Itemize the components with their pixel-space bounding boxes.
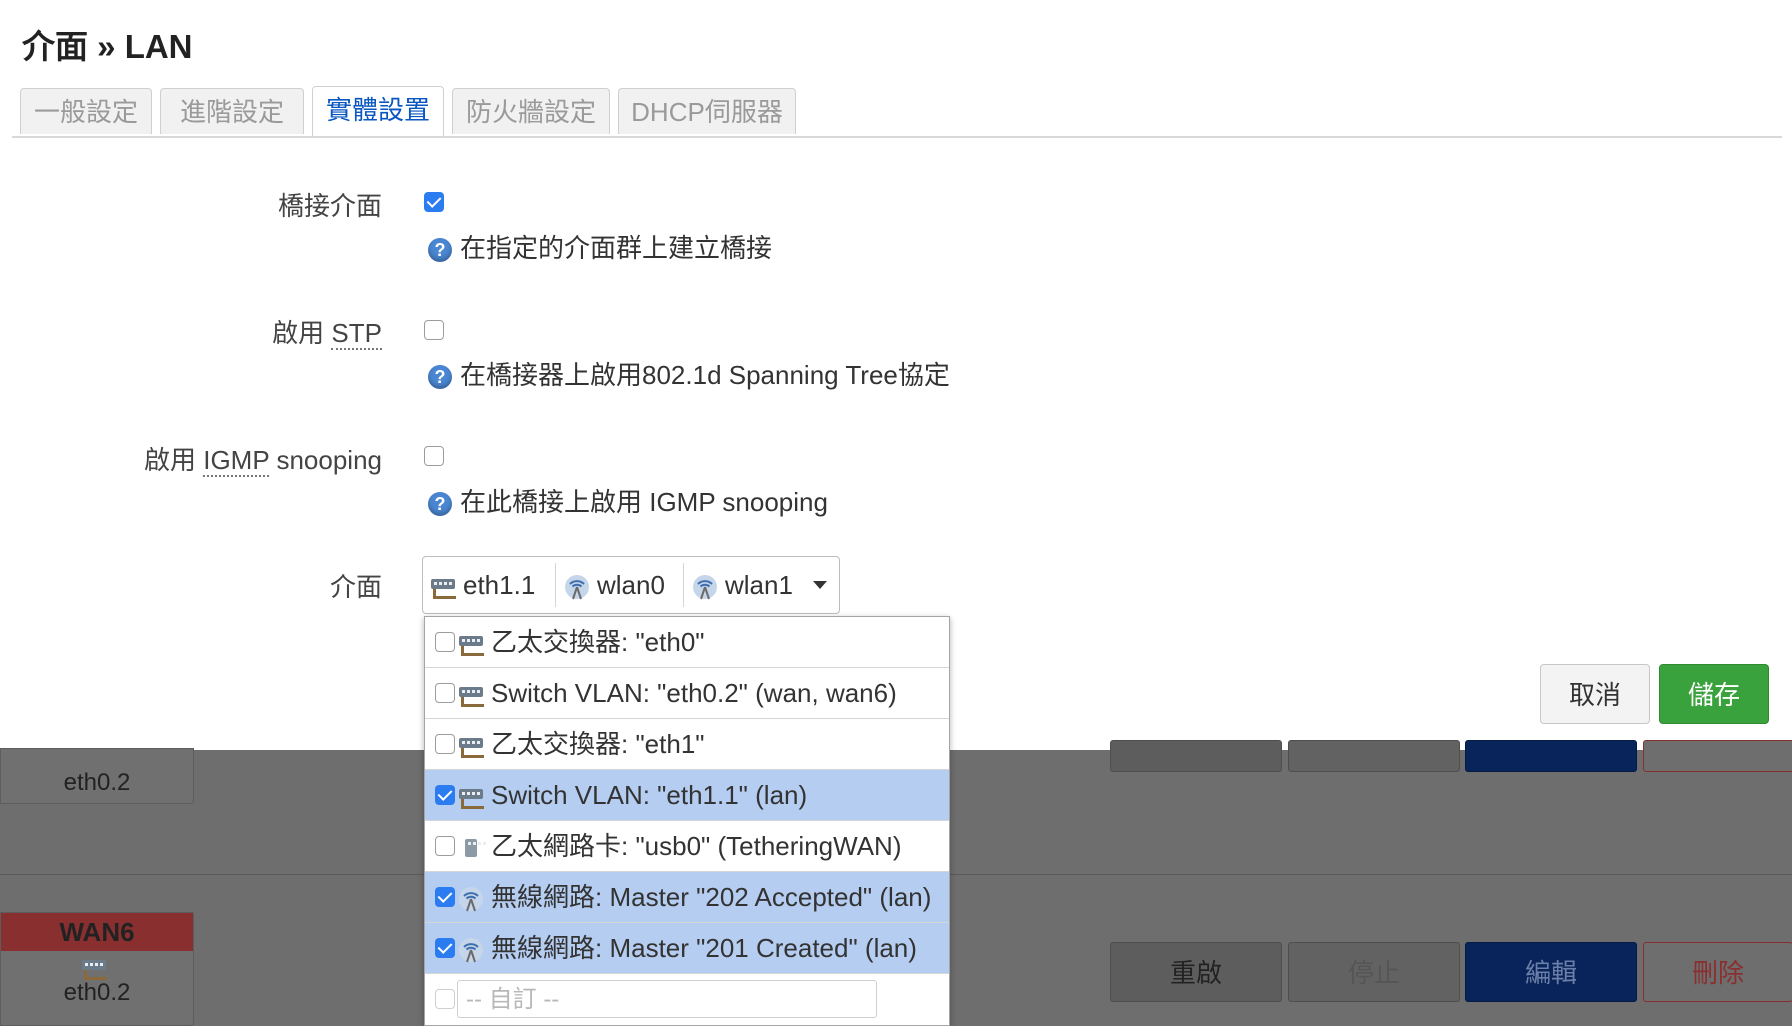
list-item[interactable]: 乙太交換器: "eth1" [425, 719, 949, 770]
list-item[interactable]: Switch VLAN: "eth0.2" (wan, wan6) [425, 668, 949, 719]
help-icon: ? [428, 238, 452, 263]
stp-checkbox[interactable] [424, 320, 444, 340]
option-label: Switch VLAN: "eth0.2" (wan, wan6) [491, 678, 897, 708]
option-label: 無線網路: Master "201 Created" (lan) [491, 933, 917, 963]
list-item[interactable]: 無線網路: Master "202 Accepted" (lan) [425, 872, 949, 923]
card-device-label: eth0.2 [63, 769, 131, 796]
igmp-label-abbr: IGMP [203, 445, 270, 477]
igmp-label-suffix: snooping [276, 445, 382, 475]
tab-physical[interactable]: 實體設置 [312, 86, 444, 136]
igmp-label: 啟用 IGMP snooping [144, 440, 382, 477]
interface-multiselect[interactable]: eth1.1 wlan0 wlan1 [422, 556, 840, 614]
list-item[interactable]: 乙太網路卡: "usb0" (TetheringWAN) [425, 821, 949, 872]
option-label: 乙太網路卡: "usb0" (TetheringWAN) [491, 831, 902, 861]
ethernet-switch-icon [457, 633, 485, 657]
tab-bar: 一般設定 進階設定 實體設置 防火牆設定 DHCP伺服器 [12, 86, 1782, 138]
card-tag: WAN6 [1, 913, 193, 951]
selected-chip: wlan1 [691, 557, 793, 613]
stp-help: ? 在橋接器上啟用802.1d Spanning Tree協定 [428, 355, 950, 392]
option-checkbox[interactable] [435, 887, 455, 908]
option-label: Switch VLAN: "eth1.1" (lan) [491, 780, 808, 810]
list-item[interactable]: 乙太交換器: "eth0" [425, 617, 949, 668]
ghost-button [1465, 740, 1637, 772]
option-checkbox[interactable] [435, 938, 455, 959]
igmp-help: ? 在此橋接上啟用 IGMP snooping [428, 482, 828, 519]
option-checkbox[interactable] [435, 632, 455, 653]
chip-separator [555, 563, 556, 607]
card-ethernet-icon [1, 957, 193, 980]
bridge-help-text: 在指定的介面群上建立橋接 [460, 233, 773, 263]
custom-interface-input[interactable]: -- 自訂 -- [457, 980, 877, 1018]
option-label: 乙太交換器: "eth1" [491, 729, 705, 759]
stp-label-prefix: 啟用 [272, 318, 325, 348]
wifi-icon [565, 575, 589, 600]
stp-label-abbr: STP [331, 318, 382, 350]
wifi-icon [693, 575, 717, 600]
network-card: eth0.2 [0, 748, 194, 804]
ghost-button [1110, 740, 1282, 772]
igmp-checkbox[interactable] [424, 446, 444, 466]
cancel-button[interactable]: 取消 [1540, 664, 1650, 724]
help-icon: ? [428, 365, 452, 390]
option-checkbox[interactable] [435, 989, 455, 1010]
wifi-icon [459, 938, 483, 963]
ghost-button [1643, 740, 1792, 772]
ghost-button [1288, 740, 1460, 772]
stp-label: 啟用 STP [272, 313, 382, 350]
list-item[interactable]: 無線網路: Master "201 Created" (lan) [425, 923, 949, 974]
ethernet-switch-icon [457, 684, 485, 708]
list-item-custom[interactable]: -- 自訂 -- [425, 974, 949, 1024]
edit-button[interactable]: 編輯 [1465, 942, 1637, 1002]
option-checkbox[interactable] [435, 683, 455, 704]
chip-label: eth1.1 [463, 570, 536, 600]
option-checkbox[interactable] [435, 734, 455, 755]
save-button[interactable]: 儲存 [1659, 664, 1769, 724]
chip-separator [683, 563, 684, 607]
option-label: 無線網路: Master "202 Accepted" (lan) [491, 882, 932, 912]
igmp-help-text: 在此橋接上啟用 IGMP snooping [460, 487, 828, 517]
ethernet-switch-icon [457, 786, 485, 810]
network-card-wan6: WAN6 eth0.2 [0, 912, 194, 1026]
delete-button[interactable]: 刪除 [1643, 942, 1792, 1002]
bridge-label: 橋接介面 [277, 191, 382, 221]
chip-label: wlan0 [597, 570, 665, 600]
list-item[interactable]: Switch VLAN: "eth1.1" (lan) [425, 770, 949, 821]
chip-label: wlan1 [725, 570, 793, 600]
bridge-help: ? 在指定的介面群上建立橋接 [428, 228, 772, 265]
selected-chip: eth1.1 [429, 557, 535, 613]
iface-label: 介面 [329, 572, 382, 602]
tab-advanced[interactable]: 進階設定 [160, 88, 304, 134]
restart-button[interactable]: 重啟 [1110, 942, 1282, 1002]
stp-help-text: 在橋接器上啟用802.1d Spanning Tree協定 [460, 360, 950, 390]
ethernet-switch-icon [457, 735, 485, 759]
ethernet-icon [429, 576, 457, 600]
chevron-down-icon[interactable] [813, 581, 827, 589]
ethernet-port-icon [457, 837, 486, 859]
page-title: 介面 » LAN [22, 28, 193, 65]
igmp-label-prefix: 啟用 [143, 445, 196, 475]
stop-button[interactable]: 停止 [1288, 942, 1460, 1002]
option-label: 乙太交換器: "eth0" [491, 627, 705, 657]
interface-dropdown-list: 乙太交換器: "eth0" Switch VLAN: "eth0.2" (wan… [424, 616, 950, 1026]
tab-firewall[interactable]: 防火牆設定 [452, 88, 610, 134]
tab-dhcp[interactable]: DHCP伺服器 [618, 88, 796, 134]
wifi-icon [459, 887, 483, 912]
option-checkbox[interactable] [435, 836, 455, 857]
selected-chip: wlan0 [563, 557, 665, 613]
card-device-label: eth0.2 [63, 979, 131, 1006]
bridge-checkbox[interactable] [424, 192, 444, 212]
tab-general[interactable]: 一般設定 [20, 88, 152, 134]
help-icon: ? [428, 492, 452, 517]
option-checkbox[interactable] [435, 785, 455, 806]
